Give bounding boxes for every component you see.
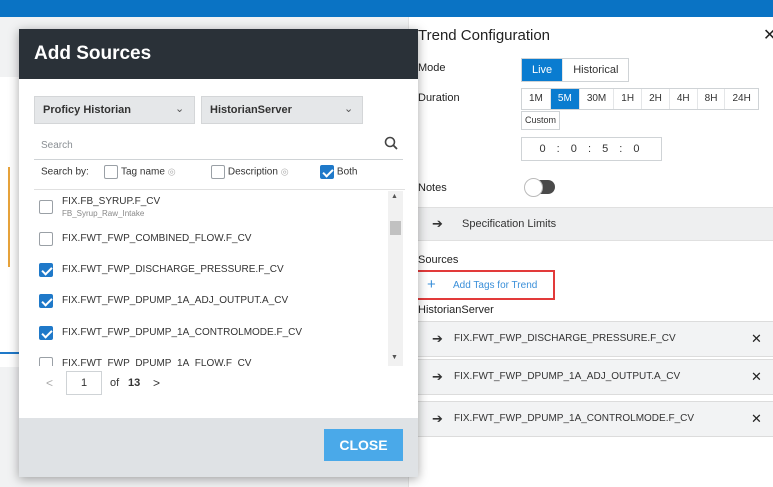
server-select[interactable]: HistorianServer ⌄ <box>201 96 363 124</box>
add-tags-label: Add Tags for Trend <box>453 280 538 291</box>
tag-checkbox[interactable] <box>39 200 53 214</box>
sources-label: Sources <box>418 254 459 266</box>
duration-custom[interactable]: Custom <box>521 111 561 130</box>
mode-live[interactable]: Live <box>522 59 564 81</box>
arrow-right-icon: ➔ <box>432 369 443 384</box>
server-select-value: HistorianServer <box>210 104 292 116</box>
close-button[interactable]: CLOSE <box>324 429 403 461</box>
search-placeholder: Search <box>41 140 73 151</box>
search-by-tagname-checkbox[interactable] <box>104 165 119 179</box>
tag-name: FIX.FWT_FWP_COMBINED_FLOW.F_CV <box>62 233 252 244</box>
duration-2h[interactable]: 2H <box>642 89 670 109</box>
eye-icon: ◎ <box>280 166 289 177</box>
arrow-right-icon: ➔ <box>432 411 443 426</box>
modal-header: Add Sources <box>19 29 418 79</box>
tag-checkbox[interactable] <box>39 232 53 246</box>
search-by-both-checkbox[interactable] <box>320 165 335 179</box>
eye-icon: ◎ <box>167 166 176 177</box>
duration-8h[interactable]: 8H <box>698 89 726 109</box>
specification-limits-label: Specification Limits <box>462 218 557 230</box>
list-scrollbar[interactable]: ▲ ▼ <box>388 191 403 366</box>
mode-toggle: Live Historical <box>521 58 630 82</box>
duration-24h[interactable]: 24H <box>725 89 757 109</box>
add-tags-button[interactable]: + Add Tags for Trend <box>413 270 555 300</box>
duration-5m[interactable]: 5M <box>550 89 580 109</box>
search-by-label: Search by: <box>41 166 89 178</box>
historian-select[interactable]: Proficy Historian ⌄ <box>34 96 195 124</box>
list-item[interactable]: FIX.FWT_FWP_DPUMP_1A_FLOW.F_CV <box>34 357 389 366</box>
remove-icon[interactable]: ✕ <box>751 411 762 427</box>
duration-1m[interactable]: 1M <box>522 89 551 109</box>
panel-title: Trend Configuration <box>418 27 551 44</box>
duration-1h[interactable]: 1H <box>614 89 643 109</box>
tag-name: FIX.FB_SYRUP.F_CV <box>62 196 161 207</box>
modal-title: Add Sources <box>34 43 152 64</box>
source-row[interactable]: ➔ FIX.FWT_FWP_DPUMP_1A_ADJ_OUTPUT.A_CV ✕ <box>418 359 773 395</box>
chart-edge <box>0 77 20 367</box>
scroll-up-icon[interactable]: ▲ <box>391 193 398 200</box>
app-top-bar <box>0 0 773 17</box>
source-name: FIX.FWT_FWP_DISCHARGE_PRESSURE.F_CV <box>454 333 676 344</box>
list-item[interactable]: FIX.FWT_FWP_DISCHARGE_PRESSURE.F_CV <box>34 263 389 279</box>
duration-label: Duration <box>418 92 460 104</box>
historian-select-value: Proficy Historian <box>43 104 132 116</box>
duration-time-input[interactable]: 0 : 0 : 5 : 0 <box>521 137 662 161</box>
plus-icon: + <box>427 276 436 293</box>
chevron-left-icon[interactable]: < <box>46 376 53 390</box>
duration-4h[interactable]: 4H <box>670 89 698 109</box>
search-icon[interactable] <box>384 134 398 154</box>
notes-label: Notes <box>418 182 447 194</box>
source-name: FIX.FWT_FWP_DPUMP_1A_ADJ_OUTPUT.A_CV <box>454 371 681 382</box>
list-item[interactable]: FIX.FWT_FWP_DPUMP_1A_CONTROLMODE.F_CV <box>34 326 389 342</box>
pagination: < 1 of 13 > <box>34 366 405 406</box>
source-row[interactable]: ➔ FIX.FWT_FWP_DPUMP_1A_CONTROLMODE.F_CV … <box>418 401 773 437</box>
scroll-down-icon[interactable]: ▼ <box>391 354 398 361</box>
arrow-right-icon: ➔ <box>432 331 443 346</box>
page-number-input[interactable]: 1 <box>66 371 102 395</box>
notes-toggle[interactable] <box>524 178 555 197</box>
duration-30m[interactable]: 30M <box>580 89 615 109</box>
scrollbar-thumb[interactable] <box>390 221 401 235</box>
close-icon[interactable]: ✕ <box>763 25 773 45</box>
specification-limits-row[interactable]: ➔ Specification Limits <box>418 207 773 241</box>
add-sources-modal: Add Sources Proficy Historian ⌄ Historia… <box>19 29 418 477</box>
modal-footer: CLOSE <box>19 418 418 477</box>
mode-historical[interactable]: Historical <box>563 59 628 81</box>
remove-icon[interactable]: ✕ <box>751 369 762 385</box>
description-option-label: Description <box>227 166 278 178</box>
source-row[interactable]: ➔ FIX.FWT_FWP_DISCHARGE_PRESSURE.F_CV ✕ <box>418 321 773 357</box>
arrow-right-icon: ➔ <box>432 216 443 231</box>
source-name: FIX.FWT_FWP_DPUMP_1A_CONTROLMODE.F_CV <box>454 413 695 424</box>
tag-description: FB_Syrup_Raw_Intake <box>62 209 145 218</box>
tag-checkbox[interactable] <box>39 263 53 277</box>
tag-checkbox[interactable] <box>39 357 53 366</box>
mode-label: Mode <box>418 62 446 74</box>
search-input[interactable]: Search <box>34 132 403 160</box>
tag-name: FIX.FWT_FWP_DPUMP_1A_CONTROLMODE.F_CV <box>62 327 303 338</box>
tag-checkbox[interactable] <box>39 294 53 308</box>
pager-total: 13 <box>128 377 141 389</box>
chevron-down-icon: ⌄ <box>175 103 185 115</box>
chevron-down-icon: ⌄ <box>344 103 354 115</box>
server-label: HistorianServer <box>418 304 494 316</box>
duration-selector: 1M 5M 30M 1H 2H 4H 8H 24H <box>521 88 759 110</box>
both-option-label: Both <box>336 166 358 178</box>
tag-name: FIX.FWT_FWP_DPUMP_1A_ADJ_OUTPUT.A_CV <box>62 295 289 306</box>
remove-icon[interactable]: ✕ <box>751 331 762 347</box>
list-item[interactable]: FIX.FWT_FWP_DPUMP_1A_ADJ_OUTPUT.A_CV <box>34 294 389 310</box>
list-item[interactable]: FIX.FB_SYRUP.F_CV FB_Syrup_Raw_Intake <box>34 196 389 223</box>
tag-checkbox[interactable] <box>39 326 53 340</box>
search-by-row: Search by: Tag name ◎ Description ◎ Both <box>41 165 357 183</box>
tagname-option-label: Tag name <box>120 166 165 178</box>
tag-name: FIX.FWT_FWP_DPUMP_1A_FLOW.F_CV <box>62 358 252 366</box>
list-item[interactable]: FIX.FWT_FWP_COMBINED_FLOW.F_CV <box>34 232 389 248</box>
trend-line <box>8 167 10 267</box>
pager-of-label: of <box>110 377 120 389</box>
search-by-description-checkbox[interactable] <box>211 165 226 179</box>
tag-list: FIX.FB_SYRUP.F_CV FB_Syrup_Raw_Intake FI… <box>34 189 405 366</box>
chevron-right-icon[interactable]: > <box>153 376 160 390</box>
chart-baseline <box>0 352 20 354</box>
tag-name: FIX.FWT_FWP_DISCHARGE_PRESSURE.F_CV <box>62 264 284 275</box>
trend-configuration-panel: Trend Configuration ✕ Mode Live Historic… <box>408 17 773 487</box>
